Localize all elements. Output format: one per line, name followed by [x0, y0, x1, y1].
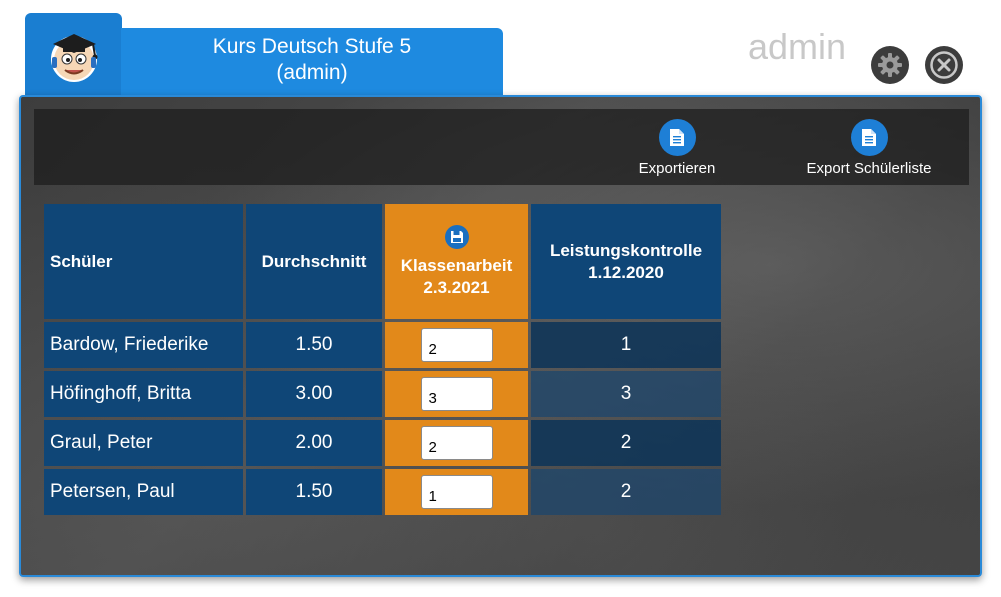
- header-student[interactable]: Schüler: [44, 204, 243, 319]
- user-name: admin: [748, 26, 847, 67]
- student-name: Bardow, Friederike: [44, 322, 243, 368]
- table-row: Bardow, Friederike 1.50 1: [44, 322, 721, 368]
- header-performance-test[interactable]: Leistungskontrolle 1.12.2020: [531, 204, 721, 319]
- close-button[interactable]: [925, 46, 963, 84]
- export-student-list-label: Export Schülerliste: [806, 160, 932, 177]
- document-icon: [862, 129, 876, 146]
- performance-test-grade: 2: [531, 469, 721, 515]
- toolbar: Exportieren Export Schülerliste: [34, 109, 969, 185]
- header-class-exam[interactable]: Klassenarbeit 2.3.2021: [385, 204, 528, 319]
- performance-test-date: 1.12.2020: [588, 262, 664, 282]
- average-grade: 2.00: [246, 420, 382, 466]
- class-exam-date: 2.3.2021: [423, 277, 490, 297]
- logo-tab: [25, 13, 122, 96]
- student-name: Höfinghoff, Britta: [44, 371, 243, 417]
- class-exam-title: Klassenarbeit: [400, 255, 513, 275]
- chalkboard-panel: Exportieren Export Schülerliste Schüler …: [19, 95, 982, 577]
- table-row: Petersen, Paul 1.50 2: [44, 469, 721, 515]
- performance-test-title: Leistungskontrolle: [549, 240, 703, 260]
- average-grade: 3.00: [246, 371, 382, 417]
- course-title-tab: Kurs Deutsch Stufe 5 (admin): [121, 28, 503, 96]
- average-grade: 1.50: [246, 469, 382, 515]
- close-icon: [930, 51, 958, 79]
- save-icon[interactable]: [444, 224, 469, 249]
- performance-test-grade: 3: [531, 371, 721, 417]
- class-exam-grade-input[interactable]: [420, 426, 493, 460]
- export-button[interactable]: Exportieren: [632, 119, 722, 177]
- class-exam-grade-input[interactable]: [420, 475, 493, 509]
- gear-icon: [878, 53, 902, 77]
- class-exam-cell: [385, 322, 528, 368]
- class-exam-cell: [385, 371, 528, 417]
- grades-table: Schüler Durchschnitt Klassenarbeit 2.3.2…: [41, 201, 724, 518]
- student-name: Graul, Peter: [44, 420, 243, 466]
- student-name: Petersen, Paul: [44, 469, 243, 515]
- course-title: Kurs Deutsch Stufe 5: [212, 35, 412, 58]
- table-row: Höfinghoff, Britta 3.00 3: [44, 371, 721, 417]
- document-icon: [670, 129, 684, 146]
- performance-test-grade: 2: [531, 420, 721, 466]
- class-exam-cell: [385, 420, 528, 466]
- class-exam-grade-input[interactable]: [420, 328, 493, 362]
- table-row: Graul, Peter 2.00 2: [44, 420, 721, 466]
- class-exam-grade-input[interactable]: [420, 377, 493, 411]
- course-role: (admin): [276, 61, 348, 84]
- table-header-row: Schüler Durchschnitt Klassenarbeit 2.3.2…: [44, 204, 721, 319]
- export-label: Exportieren: [638, 160, 716, 177]
- performance-test-grade: 1: [531, 322, 721, 368]
- header-average[interactable]: Durchschnitt: [246, 204, 382, 319]
- settings-button[interactable]: [871, 46, 909, 84]
- teacher-mascot-icon: [50, 34, 97, 82]
- export-student-list-button[interactable]: Export Schülerliste: [799, 119, 939, 177]
- average-grade: 1.50: [246, 322, 382, 368]
- class-exam-cell: [385, 469, 528, 515]
